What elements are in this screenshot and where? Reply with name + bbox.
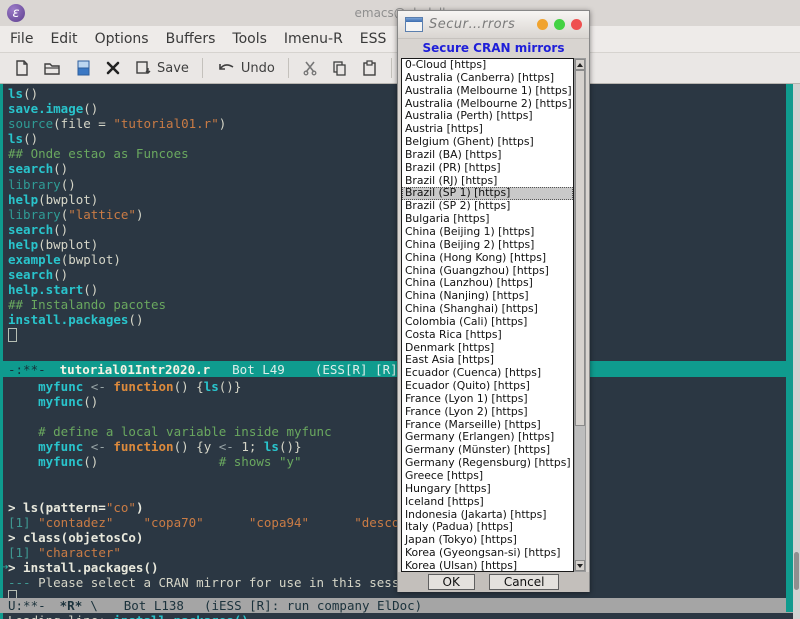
mirror-item[interactable]: Hungary [https] xyxy=(402,483,573,496)
menu-file[interactable]: File xyxy=(10,31,33,47)
mirror-item[interactable]: Colombia (Cali) [https] xyxy=(402,316,573,329)
menu-options[interactable]: Options xyxy=(95,31,149,47)
mirror-item[interactable]: China (Beijing 1) [https] xyxy=(402,226,573,239)
mirror-item[interactable]: Korea (Gyeongsan-si) [https] xyxy=(402,547,573,560)
save-button[interactable]: Save xyxy=(134,59,189,77)
mirror-item[interactable]: Brazil (BA) [https] xyxy=(402,149,573,162)
code-line: Loading line: install.packages() xyxy=(8,613,786,619)
mirror-item[interactable]: Costa Rica [https] xyxy=(402,329,573,342)
script-buffer[interactable]: ls()save.image()source(file = "tutorial0… xyxy=(3,84,786,361)
toolbar-separator xyxy=(202,58,203,78)
modeline-console: U:**- *R* \ Bot L138 (iESS [R]: run comp… xyxy=(0,598,793,613)
modeline-buffer-name: tutorial01Intr2020.r xyxy=(60,362,211,377)
menu-buffers[interactable]: Buffers xyxy=(166,31,216,47)
modeline-status: U:**- xyxy=(8,598,46,613)
undo-label: Undo xyxy=(241,61,275,76)
modeline-buffer-name: *R* xyxy=(60,598,83,613)
open-folder-icon xyxy=(43,59,61,77)
text-cursor xyxy=(8,590,17,598)
mirror-item[interactable]: Brazil (PR) [https] xyxy=(402,162,573,175)
mirror-item[interactable]: Ecuador (Quito) [https] xyxy=(402,380,573,393)
cancel-button[interactable]: Cancel xyxy=(489,574,560,590)
modeline-position: Bot L138 xyxy=(124,598,184,613)
close-icon xyxy=(105,60,121,76)
mirror-list[interactable]: 0-Cloud [https]Australia (Canberra) [htt… xyxy=(401,58,574,572)
mirror-item[interactable]: Australia (Melbourne 1) [https] xyxy=(402,85,573,98)
mirror-item[interactable]: Belgium (Ghent) [https] xyxy=(402,136,573,149)
save-label: Save xyxy=(157,61,189,76)
mirror-item[interactable]: Iceland [https] xyxy=(402,496,573,509)
copy-icon xyxy=(331,60,348,77)
mirror-item[interactable]: China (Beijing 2) [https] xyxy=(402,239,573,252)
undo-button[interactable]: Undo xyxy=(216,60,275,76)
minimize-button[interactable] xyxy=(537,19,548,30)
mirror-item[interactable]: Korea (Ulsan) [https] xyxy=(402,560,573,572)
dired-button[interactable] xyxy=(74,59,92,77)
dialog-title: Secur…rrors xyxy=(429,17,531,32)
toolbar-separator xyxy=(288,58,289,78)
mirror-item[interactable]: Greece [https] xyxy=(402,470,573,483)
save-icon xyxy=(134,59,152,77)
modeline-modes: (iESS [R]: run company ElDoc) xyxy=(204,598,422,613)
echo-area: Loading line: install.packages() xyxy=(3,613,786,619)
mirror-item[interactable]: France (Lyon 1) [https] xyxy=(402,393,573,406)
mirror-item[interactable]: 0-Cloud [https] xyxy=(402,59,573,72)
modeline-position: Bot L49 xyxy=(232,362,285,377)
cut-icon xyxy=(302,60,318,76)
dialog-window-icon xyxy=(405,17,423,32)
close-button[interactable] xyxy=(571,19,582,30)
undo-icon xyxy=(216,60,236,76)
dialog-scrollbar-thumb[interactable] xyxy=(575,70,585,426)
mirror-item[interactable]: China (Shanghai) [https] xyxy=(402,303,573,316)
copy-button[interactable] xyxy=(331,60,348,77)
open-folder-button[interactable] xyxy=(43,59,61,77)
menu-edit[interactable]: Edit xyxy=(50,31,77,47)
text-cursor xyxy=(8,328,17,342)
modeline-extra: \ xyxy=(90,598,98,613)
window-divider xyxy=(786,84,793,612)
maximize-button[interactable] xyxy=(554,19,565,30)
cran-mirror-dialog: Secur…rrors Secure CRAN mirrors 0-Cloud … xyxy=(397,10,590,592)
menu-tools[interactable]: Tools xyxy=(232,31,267,47)
dialog-scrollbar[interactable] xyxy=(574,58,586,572)
prompt-arrow-icon: ↪ xyxy=(3,561,8,574)
new-file-button[interactable] xyxy=(12,59,30,77)
dialog-footer: OK Cancel xyxy=(398,572,589,592)
frame-scrollbar-thumb[interactable] xyxy=(794,552,799,590)
mirror-item[interactable]: France (Lyon 2) [https] xyxy=(402,406,573,419)
paste-icon xyxy=(361,60,378,77)
ok-button[interactable]: OK xyxy=(428,574,475,590)
menu-imenu-r[interactable]: Imenu-R xyxy=(284,31,343,47)
frame-scrollbar[interactable] xyxy=(793,84,800,619)
cut-button[interactable] xyxy=(302,60,318,76)
dired-icon xyxy=(74,59,92,77)
scroll-down-icon[interactable] xyxy=(575,560,585,571)
paste-button[interactable] xyxy=(361,60,378,77)
kill-buffer-button[interactable] xyxy=(105,60,121,76)
new-file-icon xyxy=(12,59,30,77)
scroll-up-icon[interactable] xyxy=(575,59,585,70)
r-console-buffer[interactable]: myfunc <- function() {ls()} myfunc() # d… xyxy=(3,377,786,598)
modeline-status: -:**- xyxy=(8,362,46,377)
dialog-heading: Secure CRAN mirrors xyxy=(398,40,589,57)
mirror-item[interactable]: Australia (Canberra) [https] xyxy=(402,72,573,85)
mirror-item[interactable]: China (Hong Kong) [https] xyxy=(402,252,573,265)
dialog-titlebar[interactable]: Secur…rrors xyxy=(398,11,589,39)
menu-ess[interactable]: ESS xyxy=(360,31,387,47)
toolbar-separator xyxy=(391,58,392,78)
